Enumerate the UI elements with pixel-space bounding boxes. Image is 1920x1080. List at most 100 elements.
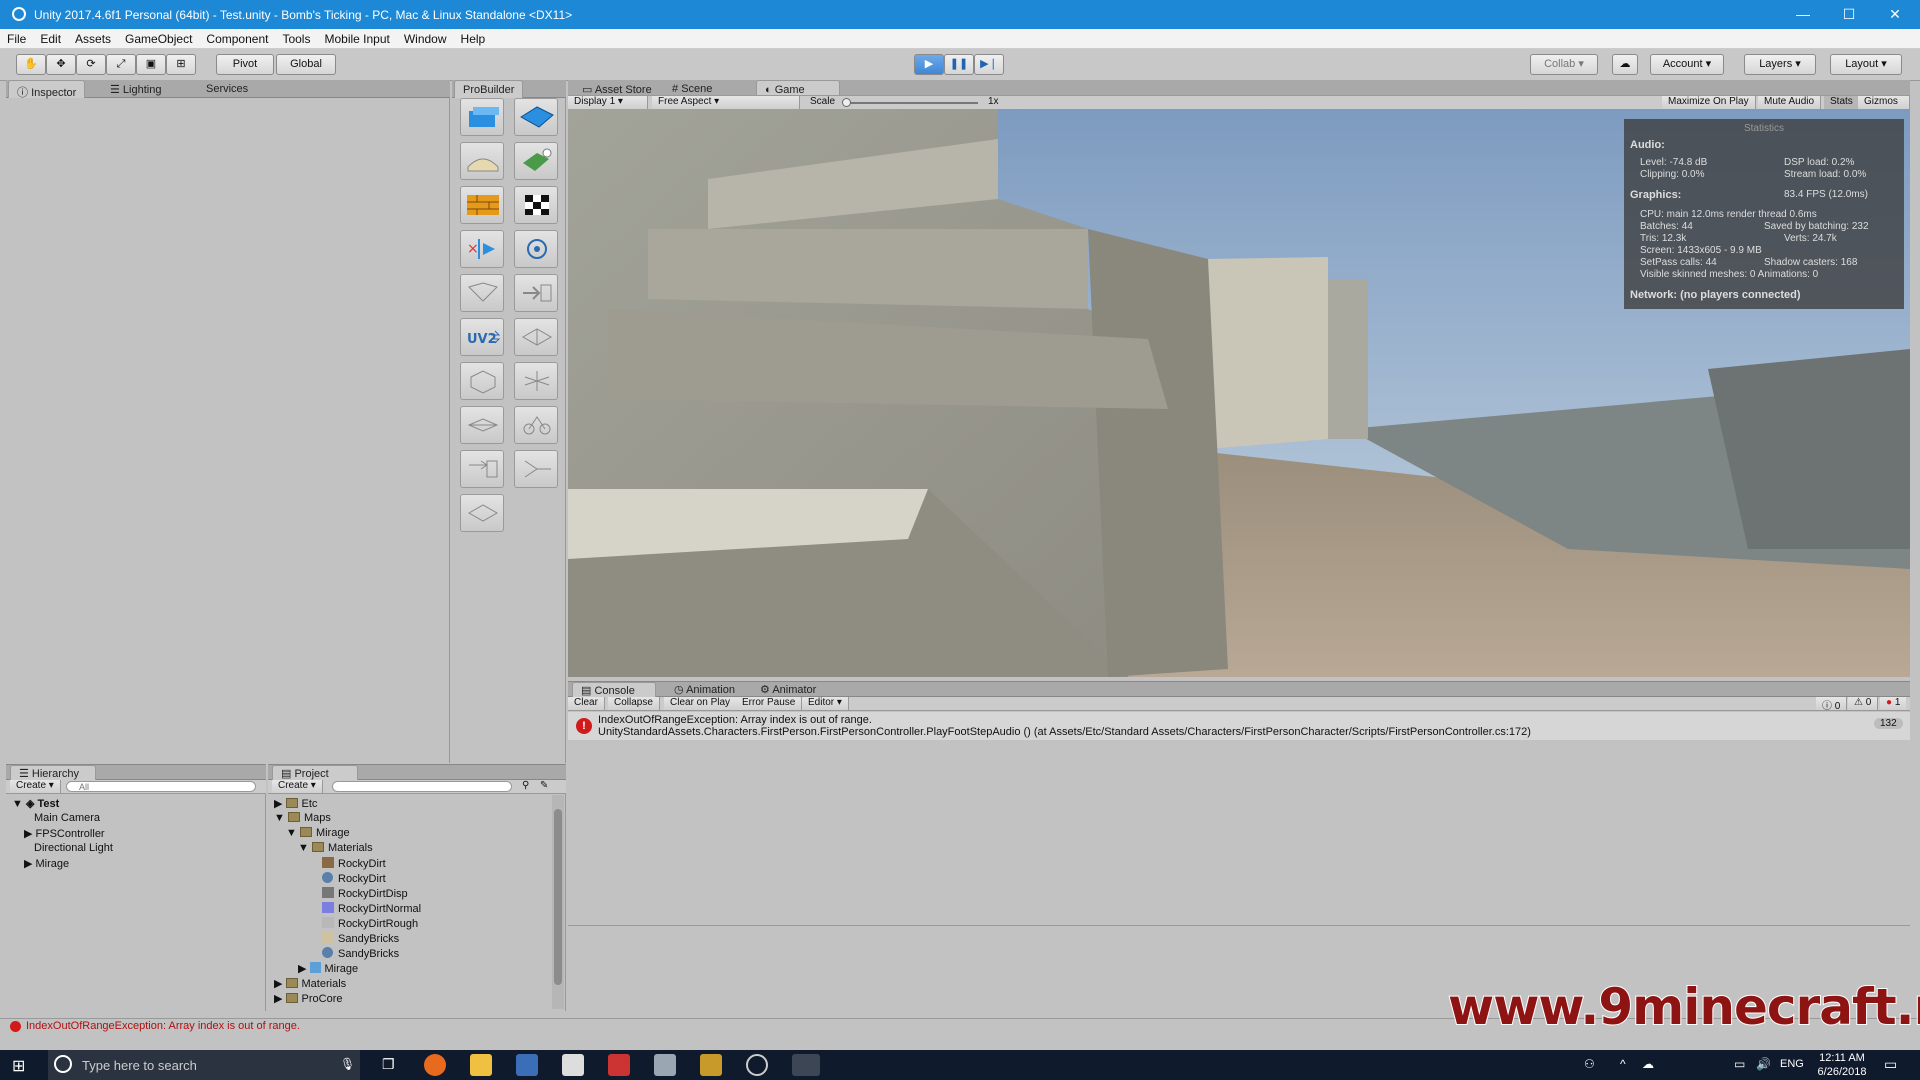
volume-icon[interactable]: 🔊 [1756, 1057, 1771, 1071]
tab-services[interactable]: Services [198, 80, 256, 98]
project-item-materials-folder[interactable]: ▼ Materials [298, 842, 373, 854]
triangulate-button[interactable] [460, 494, 504, 532]
tab-console[interactable]: ▤ Console [572, 682, 656, 697]
hierarchy-item-fpscontroller[interactable]: ▶ FPSController [24, 827, 105, 840]
menu-file[interactable]: File [0, 29, 33, 46]
cloud-button[interactable]: ☁ [1612, 54, 1638, 75]
rotate-tool-button[interactable]: ⟳ [76, 54, 106, 75]
steam-icon[interactable] [746, 1054, 768, 1076]
language-indicator[interactable]: ENG [1780, 1058, 1804, 1070]
transform-tool-button[interactable]: ⊞ [166, 54, 196, 75]
console-error-filter[interactable]: ● 1 [1880, 697, 1907, 710]
project-item-rockydirtdisp[interactable]: RockyDirtDisp [322, 887, 408, 900]
project-item-mirage-folder[interactable]: ▼ Mirage [286, 827, 350, 839]
rect-tool-button[interactable]: ▣ [136, 54, 166, 75]
hand-tool-button[interactable]: ✋ [16, 54, 46, 75]
network-icon[interactable]: ▭ [1734, 1057, 1745, 1071]
filter-by-type-icon[interactable]: ⚲ [522, 780, 529, 791]
split-button[interactable] [514, 450, 558, 488]
project-scrollbar[interactable] [552, 795, 564, 1009]
clock-time[interactable]: 12:11 AM [1812, 1052, 1872, 1064]
unity-taskbar-icon[interactable] [792, 1054, 820, 1076]
console-error-pause-button[interactable]: Error Pause [736, 697, 803, 710]
account-dropdown[interactable]: Account ▾ [1650, 54, 1724, 75]
menu-gameobject[interactable]: GameObject [118, 29, 199, 46]
aspect-dropdown[interactable]: Free Aspect ▾ [652, 96, 800, 109]
layout-dropdown[interactable]: Layout ▾ [1830, 54, 1902, 75]
hierarchy-item-directional-light[interactable]: Directional Light [34, 842, 113, 854]
notepad-icon[interactable] [654, 1054, 676, 1076]
pivot-center-button[interactable] [514, 230, 558, 268]
project-search-input[interactable] [332, 781, 512, 792]
tab-animator[interactable]: ⚙ Animator [752, 682, 824, 697]
collab-button[interactable]: Collab ▾ [1530, 54, 1598, 75]
console-editor-dropdown[interactable]: Editor ▾ [802, 697, 849, 710]
new-shape-button[interactable] [460, 98, 504, 136]
project-scrollbar-thumb[interactable] [554, 809, 562, 985]
material-editor-button[interactable] [514, 142, 558, 180]
gizmos-dropdown[interactable]: Gizmos ▾ [1858, 96, 1910, 118]
project-item-rockydirt-texture[interactable]: RockyDirt [322, 857, 386, 870]
uv2-button[interactable]: UV2 [460, 318, 504, 356]
menu-help[interactable]: Help [454, 29, 493, 46]
scene-root[interactable]: ▼ ◈ Test [12, 797, 59, 810]
step-button[interactable]: ▶❘ [974, 54, 1004, 75]
minimize-button[interactable]: — [1780, 0, 1826, 29]
vertex-colors-button[interactable] [514, 186, 558, 224]
display-dropdown[interactable]: Display 1 ▾ [568, 96, 648, 109]
console-info-filter[interactable]: ⓘ 0 [1816, 697, 1848, 712]
scale-tool-button[interactable]: ⤢ [106, 54, 136, 75]
mail-icon[interactable] [562, 1054, 584, 1076]
hierarchy-item-mirage[interactable]: ▶ Mirage [24, 857, 69, 870]
play-button[interactable]: ▶ [914, 54, 944, 75]
menu-mobile-input[interactable]: Mobile Input [317, 29, 396, 46]
uv-editor-button[interactable] [460, 186, 504, 224]
clock-date[interactable]: 6/26/2018 [1812, 1066, 1872, 1078]
pause-button[interactable]: ❚❚ [944, 54, 974, 75]
console-clear-on-play-button[interactable]: Clear on Play [664, 697, 738, 710]
extrude-button[interactable] [514, 274, 558, 312]
hierarchy-search-input[interactable] [66, 781, 256, 792]
mirror-button[interactable]: × [460, 230, 504, 268]
console-clear-button[interactable]: Clear [568, 697, 605, 710]
project-item-rockydirt-material[interactable]: RockyDirt [322, 872, 386, 885]
pivot-toggle[interactable]: Pivot [216, 54, 274, 75]
collapse-button[interactable] [460, 450, 504, 488]
notifications-icon[interactable]: ▭ [1884, 1056, 1897, 1073]
windows-start-icon[interactable]: ⊞ [12, 1056, 25, 1076]
maximize-on-play-toggle[interactable]: Maximize On Play [1662, 96, 1756, 109]
weld-button[interactable] [514, 406, 558, 444]
hierarchy-item-main-camera[interactable]: Main Camera [34, 812, 100, 824]
menu-component[interactable]: Component [199, 29, 275, 46]
tab-project[interactable]: ▤ Project [272, 765, 358, 780]
taskbar-search-box[interactable]: Type here to search 🎙 [48, 1050, 360, 1080]
tab-animation[interactable]: ◷ Animation [666, 682, 743, 697]
project-item-procore[interactable]: ▶ ProCore [274, 992, 342, 1005]
editor-icon[interactable] [700, 1054, 722, 1076]
project-item-sandybricks-texture[interactable]: SandyBricks [322, 932, 399, 945]
global-toggle[interactable]: Global [276, 54, 336, 75]
project-item-rockydirtrough[interactable]: RockyDirtRough [322, 917, 418, 930]
console-collapse-button[interactable]: Collapse [608, 697, 660, 710]
project-item-maps[interactable]: ▼ Maps [274, 812, 331, 824]
project-item-etc[interactable]: ▶ Etc [274, 797, 317, 810]
menu-edit[interactable]: Edit [33, 29, 68, 46]
mute-audio-toggle[interactable]: Mute Audio [1758, 96, 1822, 109]
task-view-icon[interactable]: ❐ [382, 1056, 395, 1073]
layers-dropdown[interactable]: Layers ▾ [1744, 54, 1816, 75]
subdivide-button[interactable] [514, 318, 558, 356]
close-button[interactable]: ✕ [1872, 0, 1918, 29]
project-item-sandybricks-material[interactable]: SandyBricks [322, 947, 399, 960]
console-log-entry[interactable]: ! IndexOutOfRangeException: Array index … [568, 712, 1910, 740]
firefox-icon[interactable] [424, 1054, 446, 1076]
scale-slider[interactable] [842, 98, 978, 107]
store-icon[interactable] [516, 1054, 538, 1076]
file-explorer-icon[interactable] [470, 1054, 492, 1076]
app-icon[interactable] [608, 1054, 630, 1076]
scale-slider-thumb[interactable] [842, 98, 851, 107]
move-tool-button[interactable]: ✥ [46, 54, 76, 75]
bevel-button[interactable] [460, 406, 504, 444]
maximize-button[interactable]: ☐ [1826, 0, 1872, 29]
menu-assets[interactable]: Assets [68, 29, 118, 46]
tab-lighting[interactable]: ☰ Lighting [102, 80, 169, 98]
